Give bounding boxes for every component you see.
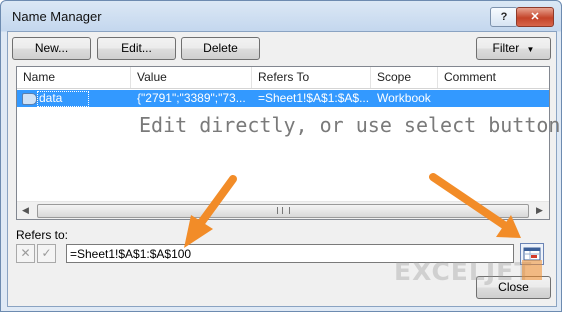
filter-label: Filter	[492, 41, 520, 55]
scroll-right-icon[interactable]: ▶	[531, 202, 548, 219]
grip-icon	[277, 207, 290, 214]
row-value: {"2791";"3389";"73...	[137, 91, 246, 105]
cancel-edit-button[interactable]: ✕	[16, 244, 35, 263]
row-comment	[444, 90, 544, 107]
filter-button[interactable]: Filter ▼	[476, 37, 551, 60]
row-scope: Workbook	[377, 91, 431, 105]
help-button[interactable]: ?	[490, 7, 518, 27]
exceljet-watermark: EXCELJET	[394, 257, 533, 286]
title-bar[interactable]: Name Manager ? ✕	[1, 1, 561, 31]
name-manager-dialog: Name Manager ? ✕ New... Edit... Delete F…	[0, 0, 562, 312]
scrollbar-thumb[interactable]	[37, 204, 529, 218]
names-list[interactable]: Name Value Refers To Scope Comment data …	[16, 66, 550, 220]
column-header-comment[interactable]: Comment	[438, 67, 549, 88]
list-header: Name Value Refers To Scope Comment	[17, 67, 549, 89]
new-button[interactable]: New...	[12, 37, 91, 60]
refers-to-label: Refers to:	[16, 228, 69, 242]
column-header-refers-to[interactable]: Refers To	[252, 67, 371, 88]
row-name: data	[39, 91, 63, 105]
scroll-left-icon[interactable]: ◀	[17, 202, 34, 219]
named-range-icon	[22, 93, 37, 105]
horizontal-scrollbar[interactable]: ◀ ▶	[17, 201, 549, 219]
annotation-text: Edit directly, or use select button	[139, 113, 561, 137]
column-header-scope[interactable]: Scope	[371, 67, 438, 88]
row-refers-to: =Sheet1!$A$1:$A$...	[258, 91, 368, 105]
dialog-title: Name Manager	[12, 9, 102, 24]
edit-button[interactable]: Edit...	[97, 37, 176, 60]
column-header-name[interactable]: Name	[17, 67, 131, 88]
delete-button[interactable]: Delete	[181, 37, 260, 60]
dropdown-arrow-icon: ▼	[526, 45, 535, 54]
column-header-value[interactable]: Value	[131, 67, 252, 88]
watermark-logo-icon	[522, 260, 542, 280]
list-row[interactable]: data {"2791";"3389";"73... =Sheet1!$A$1:…	[17, 90, 549, 107]
title-close-button[interactable]: ✕	[516, 7, 554, 27]
confirm-edit-button[interactable]: ✓	[37, 244, 56, 263]
